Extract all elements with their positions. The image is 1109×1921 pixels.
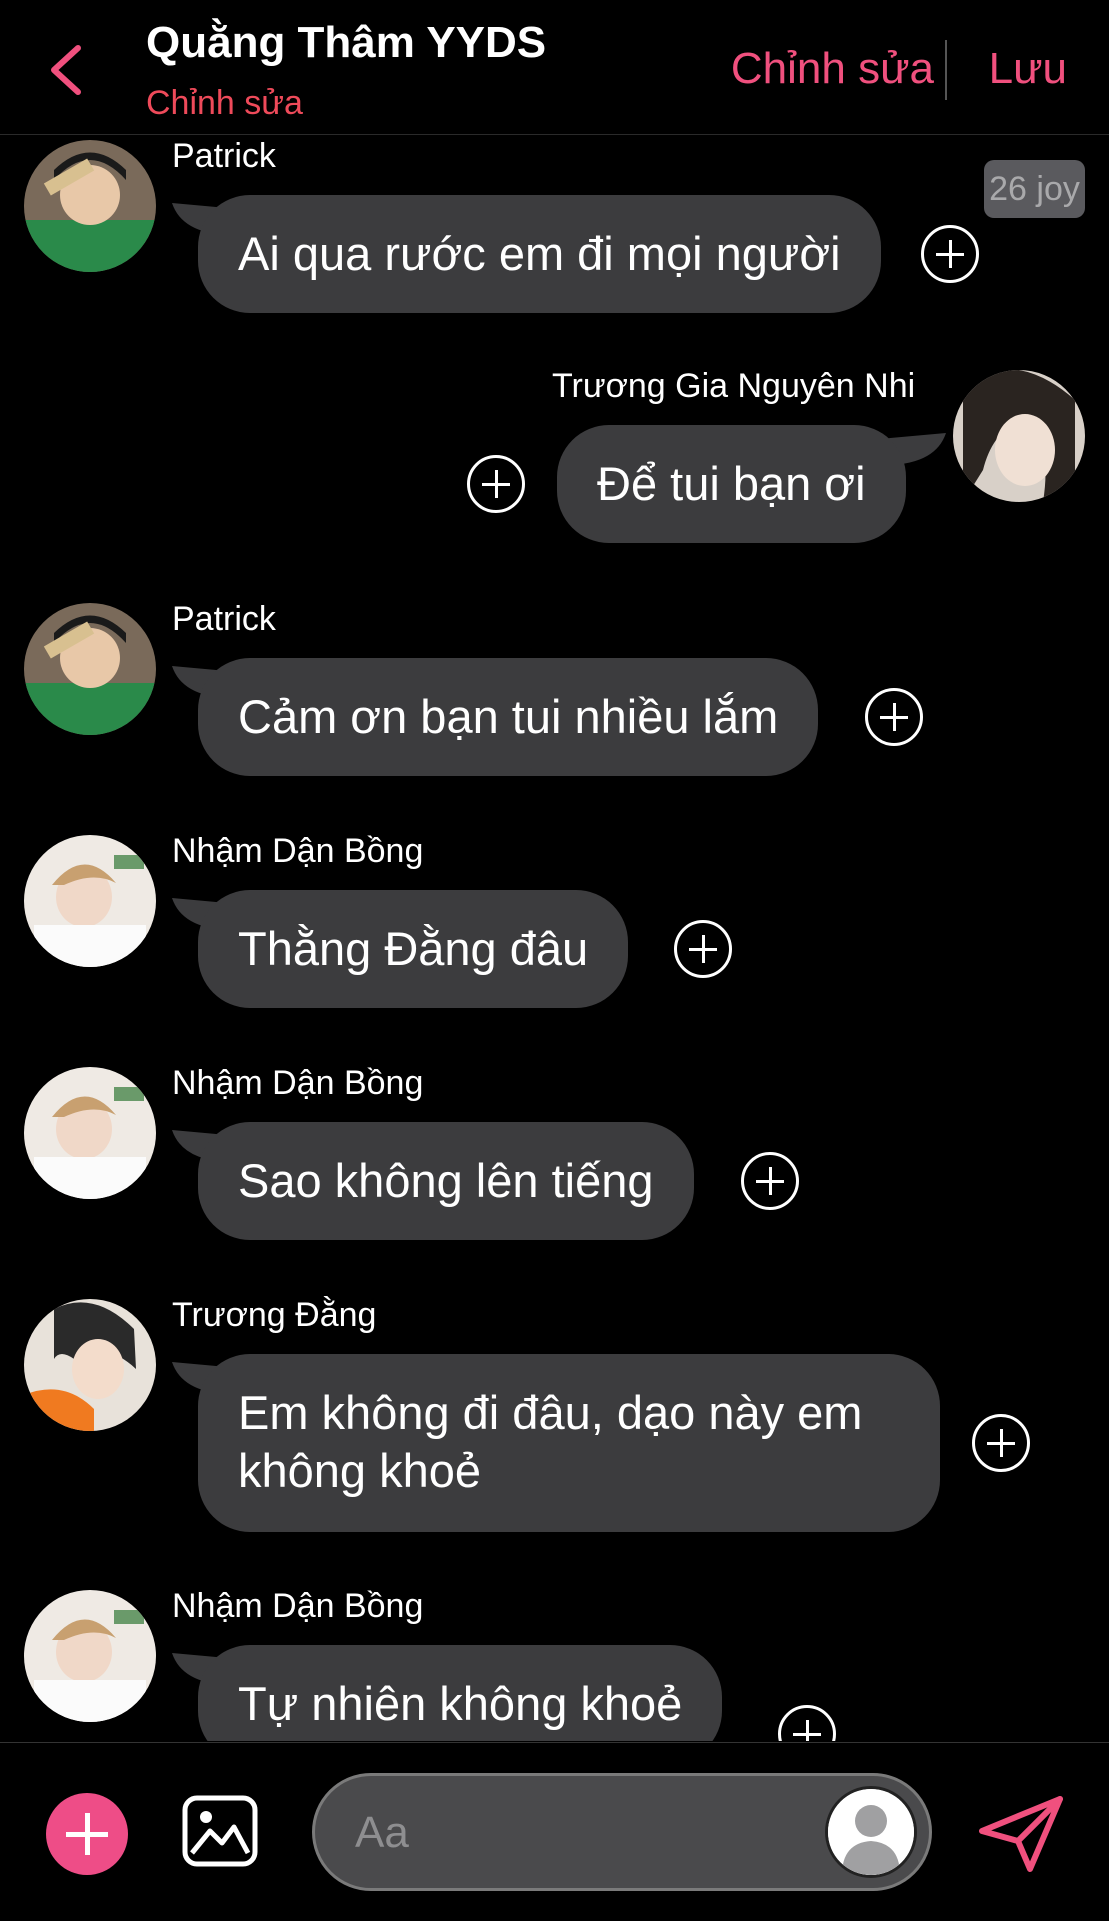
- message-input-placeholder[interactable]: Aa: [355, 1808, 409, 1858]
- message-list[interactable]: 26 joy Patrick Ai qua rước em đi mọi ngư…: [0, 135, 1109, 1741]
- message-bubble[interactable]: Tự nhiên không khoẻ: [198, 1645, 723, 1741]
- message-bubble[interactable]: Để tui bạn ơi: [557, 425, 906, 543]
- avatar[interactable]: [24, 1590, 156, 1722]
- add-reaction-icon[interactable]: [467, 455, 525, 513]
- add-reaction-icon[interactable]: [865, 688, 923, 746]
- avatar[interactable]: [24, 1299, 156, 1431]
- add-reaction-icon[interactable]: [921, 225, 979, 283]
- user-avatar-icon[interactable]: [825, 1786, 917, 1878]
- avatar[interactable]: [24, 835, 156, 967]
- chat-title: Quằng Thâm YYDS: [146, 18, 547, 67]
- message-bubble[interactable]: Sao không lên tiếng: [198, 1122, 694, 1240]
- sender-name: Trương Gia Nguyên Nhi: [552, 367, 916, 405]
- chat-header: Quằng Thâm YYDS Chỉnh sửa Chỉnh sửa Lưu: [0, 0, 1109, 135]
- back-chevron-icon[interactable]: [44, 40, 88, 100]
- send-icon[interactable]: [978, 1795, 1064, 1873]
- add-reaction-icon[interactable]: [674, 920, 732, 978]
- header-divider: [945, 40, 947, 100]
- message-bubble[interactable]: Em không đi đâu, dạo này em không khoẻ: [198, 1354, 940, 1532]
- edit-button[interactable]: Chỉnh sửa: [731, 44, 934, 94]
- sender-name: Nhậm Dận Bồng: [172, 1587, 424, 1625]
- avatar[interactable]: [24, 140, 156, 272]
- sender-name: Nhậm Dận Bồng: [172, 1064, 424, 1102]
- sender-name: Trương Đằng: [172, 1296, 377, 1334]
- chat-subtitle[interactable]: Chỉnh sửa: [146, 84, 303, 123]
- message-bubble[interactable]: Ai qua rước em đi mọi người: [198, 195, 881, 313]
- add-reaction-icon[interactable]: [741, 1152, 799, 1210]
- add-icon[interactable]: [46, 1793, 128, 1875]
- sender-name: Nhậm Dận Bồng: [172, 832, 424, 870]
- add-reaction-icon[interactable]: [778, 1705, 836, 1741]
- composer-bar: Aa: [0, 1742, 1109, 1921]
- avatar[interactable]: [24, 603, 156, 735]
- save-button[interactable]: Lưu: [989, 44, 1067, 94]
- message-input[interactable]: Aa: [312, 1773, 932, 1891]
- avatar[interactable]: [24, 1067, 156, 1199]
- sender-name: Patrick: [172, 137, 276, 175]
- add-reaction-icon[interactable]: [972, 1414, 1030, 1472]
- message-bubble[interactable]: Thằng Đằng đâu: [198, 890, 629, 1008]
- joy-count-badge: 26 joy: [984, 160, 1085, 218]
- sender-name: Patrick: [172, 600, 276, 638]
- avatar[interactable]: [953, 370, 1085, 502]
- message-bubble[interactable]: Cảm ơn bạn tui nhiều lắm: [198, 658, 819, 776]
- image-icon[interactable]: [182, 1795, 258, 1867]
